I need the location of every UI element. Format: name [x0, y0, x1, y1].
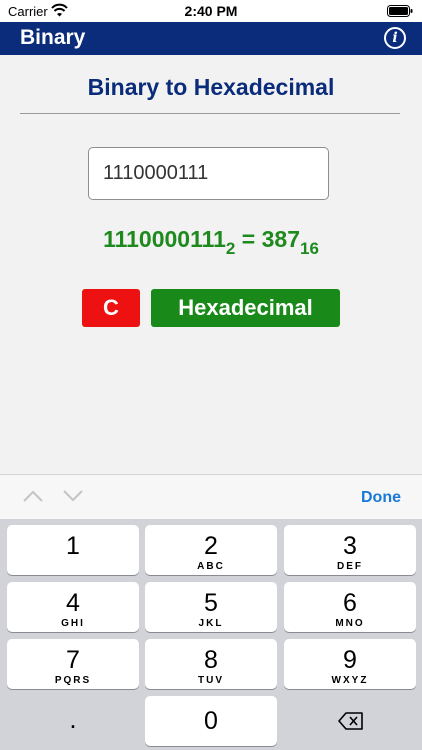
navigation-bar: Binary i	[0, 22, 422, 55]
key-digit: 6	[343, 589, 357, 617]
key-letters: WXYZ	[331, 675, 369, 686]
key-digit: 4	[66, 589, 80, 617]
key-8[interactable]: 8 TUV	[145, 639, 277, 689]
result-hex: 387	[261, 226, 300, 252]
key-letters: GHI	[61, 618, 85, 629]
result-equals: =	[235, 226, 262, 252]
result-binary-base: 2	[225, 239, 236, 258]
keyboard-accessory-bar: Done	[0, 474, 422, 519]
key-2[interactable]: 2 ABC	[145, 525, 277, 575]
key-letters: JKL	[198, 618, 224, 629]
clear-button[interactable]: C	[82, 289, 140, 327]
key-1[interactable]: 1	[7, 525, 139, 575]
conversion-result: 11100001112 = 38716	[0, 226, 422, 259]
binary-input[interactable]	[88, 147, 329, 200]
key-0[interactable]: 0	[145, 696, 277, 746]
delete-backspace-icon	[338, 712, 363, 730]
key-letters: TUV	[198, 675, 224, 686]
key-digit: 0	[204, 707, 218, 735]
clock-time: 2:40 PM	[184, 3, 238, 19]
key-digit: 2	[204, 532, 218, 560]
done-button[interactable]: Done	[361, 489, 401, 507]
key-decimal-point[interactable]: .	[7, 696, 139, 746]
chevron-up-icon[interactable]	[22, 489, 44, 503]
key-6[interactable]: 6 MNO	[284, 582, 416, 632]
key-digit: 3	[343, 532, 357, 560]
key-digit: 7	[66, 646, 80, 674]
key-letters: MNO	[335, 618, 365, 629]
title-divider	[20, 113, 400, 114]
nav-title: Binary	[20, 26, 86, 49]
key-digit: 9	[343, 646, 357, 674]
key-5[interactable]: 5 JKL	[145, 582, 277, 632]
battery-icon	[387, 5, 413, 17]
number-keypad: 1 2 ABC 3 DEF 4 GHI 5 JKL 6 MNO 7 PQRS 8	[0, 519, 422, 750]
key-3[interactable]: 3 DEF	[284, 525, 416, 575]
delete-key[interactable]	[284, 696, 416, 746]
info-button[interactable]: i	[384, 27, 406, 49]
result-hex-base: 16	[299, 239, 319, 258]
key-7[interactable]: 7 PQRS	[7, 639, 139, 689]
chevron-down-icon[interactable]	[62, 489, 84, 503]
app-screen: Carrier 2:40 PM Binary i Binary to Hexad…	[0, 0, 422, 750]
info-icon: i	[392, 30, 398, 46]
key-digit: 1	[66, 532, 80, 560]
key-digit: 8	[204, 646, 218, 674]
key-letters: DEF	[337, 561, 363, 572]
hexadecimal-button[interactable]: Hexadecimal	[151, 289, 340, 327]
result-binary: 1110000111	[103, 226, 226, 252]
page-title: Binary to Hexadecimal	[87, 74, 335, 100]
key-letters: PQRS	[54, 675, 92, 686]
key-4[interactable]: 4 GHI	[7, 582, 139, 632]
key-digit: 5	[204, 589, 218, 617]
key-letters: ABC	[197, 561, 225, 572]
status-bar: Carrier 2:40 PM	[0, 0, 422, 22]
key-9[interactable]: 9 WXYZ	[284, 639, 416, 689]
